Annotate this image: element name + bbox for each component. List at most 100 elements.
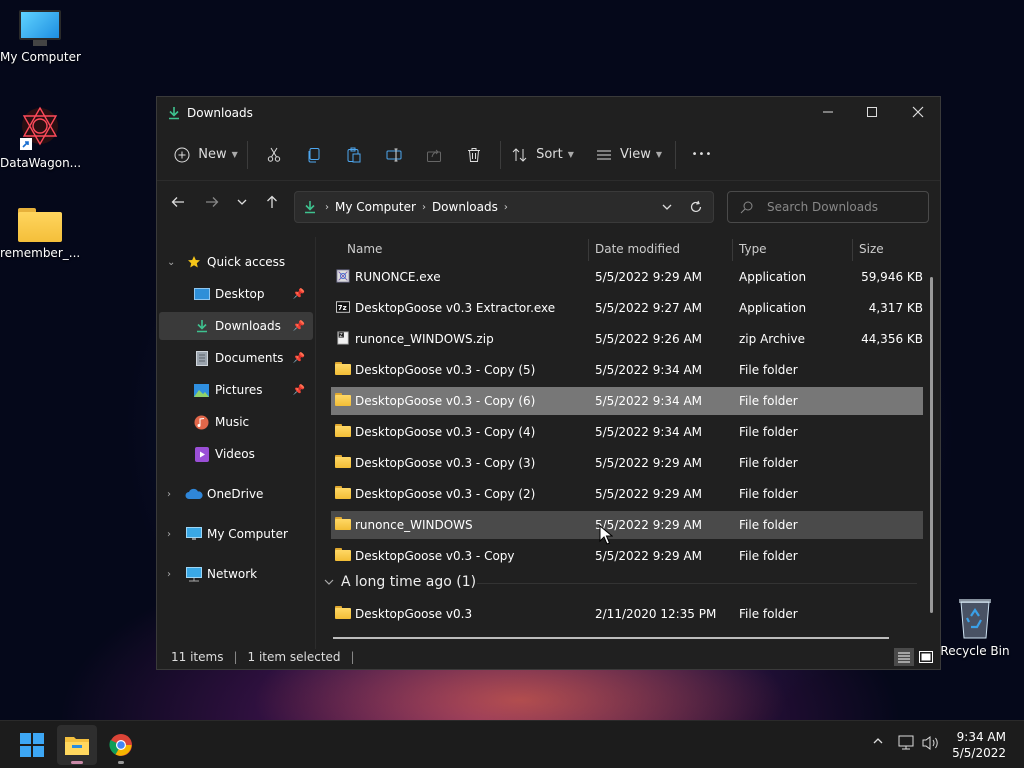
view-label: View [619,147,651,162]
new-button[interactable]: New ▼ [171,139,241,171]
chrome-taskbar-button[interactable] [101,725,141,765]
folder-row[interactable]: DesktopGoose v0.3 - Copy (6) 5/5/2022 9:… [331,387,923,415]
start-button[interactable] [12,725,52,765]
column-header-size[interactable]: Size [859,237,929,261]
show-hidden-icons-button[interactable] [872,735,884,751]
chevron-right-icon[interactable]: › [167,569,171,580]
breadcrumb-downloads[interactable]: Downloads [432,200,498,214]
folder-row[interactable]: DesktopGoose v0.3 2/11/2020 12:35 PM Fil… [331,600,923,628]
column-divider[interactable] [732,239,733,261]
close-button[interactable] [895,97,941,127]
volume-button[interactable] [922,735,940,755]
forward-button[interactable] [197,187,227,217]
clock[interactable]: 9:34 AM 5/5/2022 [952,729,1006,761]
file-date: 5/5/2022 9:26 AM [595,332,703,346]
nav-pictures[interactable]: Pictures 📌 [157,376,313,404]
details-view-button[interactable] [894,648,914,666]
nav-documents[interactable]: Documents 📌 [157,344,313,372]
breadcrumb-my-computer[interactable]: My Computer [335,200,416,214]
file-row[interactable]: Z runonce_WINDOWS.zip 5/5/2022 9:26 AM z… [331,325,923,353]
file-row[interactable]: RUNONCE.exe 5/5/2022 9:29 AM Application… [331,263,923,291]
nav-onedrive[interactable]: › OneDrive [157,480,313,508]
desktop-icon-my-computer[interactable]: My Computer [0,10,81,64]
nav-quick-access[interactable]: ⌄ Quick access [157,248,313,276]
back-button[interactable] [163,187,193,217]
view-button[interactable]: View ▼ [589,139,669,171]
file-type: Application [739,270,807,284]
nav-downloads[interactable]: Downloads 📌 [159,312,313,340]
file-explorer-window: Downloads New ▼ Sort ▼ View ▼ ••• › My C… [156,96,941,670]
nav-label: Documents [215,351,284,365]
nav-network[interactable]: › Network [157,560,313,588]
paste-button[interactable] [334,139,374,171]
desktop-icon-recycle-bin[interactable]: Recycle Bin [935,596,1015,658]
file-name: RUNONCE.exe [355,270,441,284]
desktop-icon-remember[interactable]: remember_... [0,208,80,260]
column-header-name[interactable]: Name [347,237,577,261]
desktop-icon-label: remember_... [0,246,81,260]
folder-row[interactable]: DesktopGoose v0.3 - Copy (4) 5/5/2022 9:… [331,418,923,446]
column-divider[interactable] [852,239,853,261]
network-tray-button[interactable] [898,735,916,755]
column-header-date[interactable]: Date modified [595,237,730,261]
file-explorer-taskbar-button[interactable] [57,725,97,765]
nav-desktop[interactable]: Desktop 📌 [157,280,313,308]
tiles-view-icon [919,651,933,663]
chevron-down-icon [237,199,247,205]
breadcrumb-separator: › [421,201,426,213]
maximize-button[interactable] [849,97,895,127]
file-row[interactable]: 7z DesktopGoose v0.3 Extractor.exe 5/5/2… [331,294,923,322]
chevron-right-icon[interactable]: › [167,529,171,540]
status-divider: | [350,650,355,664]
title-bar[interactable]: Downloads [157,97,940,129]
folder-row[interactable]: DesktopGoose v0.3 - Copy (5) 5/5/2022 9:… [331,356,923,384]
nav-my-computer[interactable]: › My Computer [157,520,313,548]
address-dropdown-button[interactable] [661,201,673,216]
folder-row[interactable]: DesktopGoose v0.3 - Copy (2) 5/5/2022 9:… [331,480,923,508]
nav-videos[interactable]: Videos [157,440,313,468]
folder-row[interactable]: DesktopGoose v0.3 - Copy 5/5/2022 9:29 A… [331,542,923,570]
folder-icon [335,455,351,468]
cut-button[interactable] [254,139,294,171]
column-divider[interactable] [588,239,589,261]
up-button[interactable] [257,187,287,217]
file-date: 5/5/2022 9:29 AM [595,549,703,563]
column-header-type[interactable]: Type [739,237,849,261]
recent-locations-button[interactable] [227,187,257,217]
sort-button[interactable]: Sort ▼ [507,139,579,171]
chevron-down-icon[interactable]: ⌄ [167,257,175,268]
group-header[interactable]: A long time ago (1) [323,571,476,593]
folder-row[interactable]: DesktopGoose v0.3 - Copy (3) 5/5/2022 9:… [331,449,923,477]
search-box[interactable]: Search Downloads [727,191,929,223]
rename-button[interactable] [374,139,414,171]
network-tray-icon [898,735,914,750]
pane-divider[interactable] [315,237,316,649]
more-options-button[interactable]: ••• [682,139,722,171]
address-bar[interactable]: › My Computer › Downloads › [294,191,714,223]
nav-label: OneDrive [207,487,264,501]
file-name: DesktopGoose v0.3 - Copy (4) [355,425,536,439]
file-date: 5/5/2022 9:34 AM [595,363,703,377]
mouse-pointer-icon [599,525,613,545]
download-icon [305,201,315,214]
breadcrumb-separator: › [325,201,329,213]
chevron-right-icon[interactable]: › [167,489,171,500]
arrow-up-icon [267,195,277,208]
trash-icon [468,147,480,162]
file-list: Name Date modified Type Size RUNONCE.exe… [317,237,937,642]
file-name: DesktopGoose v0.3 - Copy (3) [355,456,536,470]
folder-row[interactable]: runonce_WINDOWS 5/5/2022 9:29 AM File fo… [331,511,923,539]
star-icon [188,256,200,268]
copy-button[interactable] [294,139,334,171]
refresh-button[interactable] [689,200,703,217]
horizontal-scrollbar[interactable] [333,637,889,639]
vertical-scrollbar[interactable] [930,277,933,613]
desktop-icon-datawagon[interactable]: DataWagon... [0,104,81,170]
tiles-view-button[interactable] [916,648,936,666]
nav-music[interactable]: Music [157,408,313,436]
folder-icon [335,362,351,375]
file-date: 5/5/2022 9:29 AM [595,456,703,470]
minimize-button[interactable] [805,97,851,127]
delete-button[interactable] [454,139,494,171]
status-bar: 11 items | 1 item selected | [157,645,940,669]
